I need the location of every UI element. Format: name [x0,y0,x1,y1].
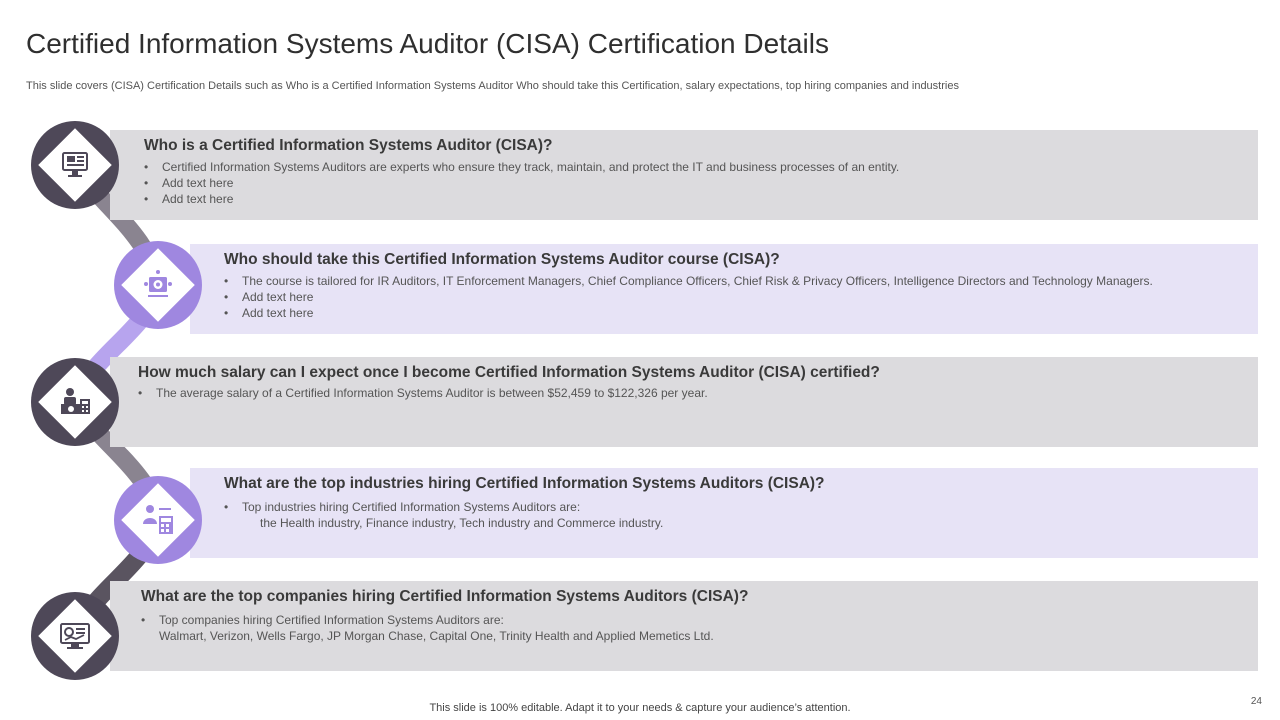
list-item: • Top industries hiring Certified Informa… [224,500,581,514]
list-item: Walmart, Verizon, Wells Fargo, JP Morgan… [141,628,714,644]
section-who-should-take: Who should take this Certified Informati… [190,244,1258,334]
person-calculator-icon [143,505,173,534]
list-item: • Certified Information Systems Auditors … [144,160,900,174]
accountant-desk-icon [61,388,90,414]
section-heading: What are the top companies hiring Certif… [141,588,749,605]
section-who-is-cisa: Who is a Certified Information Systems A… [110,130,1258,220]
continuation-text: the Health industry, Finance industry, T… [260,516,664,530]
dashboard-monitor-icon [60,623,90,649]
bullet-list: • Top industries hiring Certified Informa… [224,499,663,531]
computer-monitor-icon [62,152,88,177]
page-number: 24 [1250,696,1262,707]
node-2 [114,241,202,329]
list-item: • The average salary of a Certified Infor… [138,386,708,400]
list-item: the Health industry, Finance industry, T… [224,515,663,531]
node-1 [31,121,119,209]
node-4 [114,476,202,564]
section-top-companies: What are the top companies hiring Certif… [110,581,1258,671]
section-top-industries: What are the top industries hiring Certi… [190,468,1258,558]
section-heading: How much salary can I expect once I beco… [138,364,880,381]
node-5 [31,592,119,680]
continuation-text: Walmart, Verizon, Wells Fargo, JP Morgan… [159,629,714,643]
list-item: • The course is tailored for IR Auditors,… [224,274,1153,288]
list-item: • Add text here [144,176,234,190]
list-item: • Add text here [144,192,234,206]
list-item: • Top companies hiring Certified Informat… [141,613,504,627]
node-3 [31,358,119,446]
list-item: • Add text here [224,306,314,320]
list-item: • Add text here [224,290,314,304]
bullet-list: • Certified Information Systems Auditors … [144,159,899,207]
section-heading: What are the top industries hiring Certi… [224,475,825,492]
section-heading: Who is a Certified Information Systems A… [144,137,553,154]
bullet-list: • Top companies hiring Certified Informat… [141,612,714,644]
slide-footer: This slide is 100% editable. Adapt it to… [429,702,851,714]
gear-network-icon [144,270,172,297]
section-heading: Who should take this Certified Informati… [224,251,780,268]
bullet-list: • The average salary of a Certified Infor… [138,385,708,401]
section-salary: How much salary can I expect once I beco… [110,357,1258,447]
bullet-list: • The course is tailored for IR Auditors,… [224,273,1153,321]
